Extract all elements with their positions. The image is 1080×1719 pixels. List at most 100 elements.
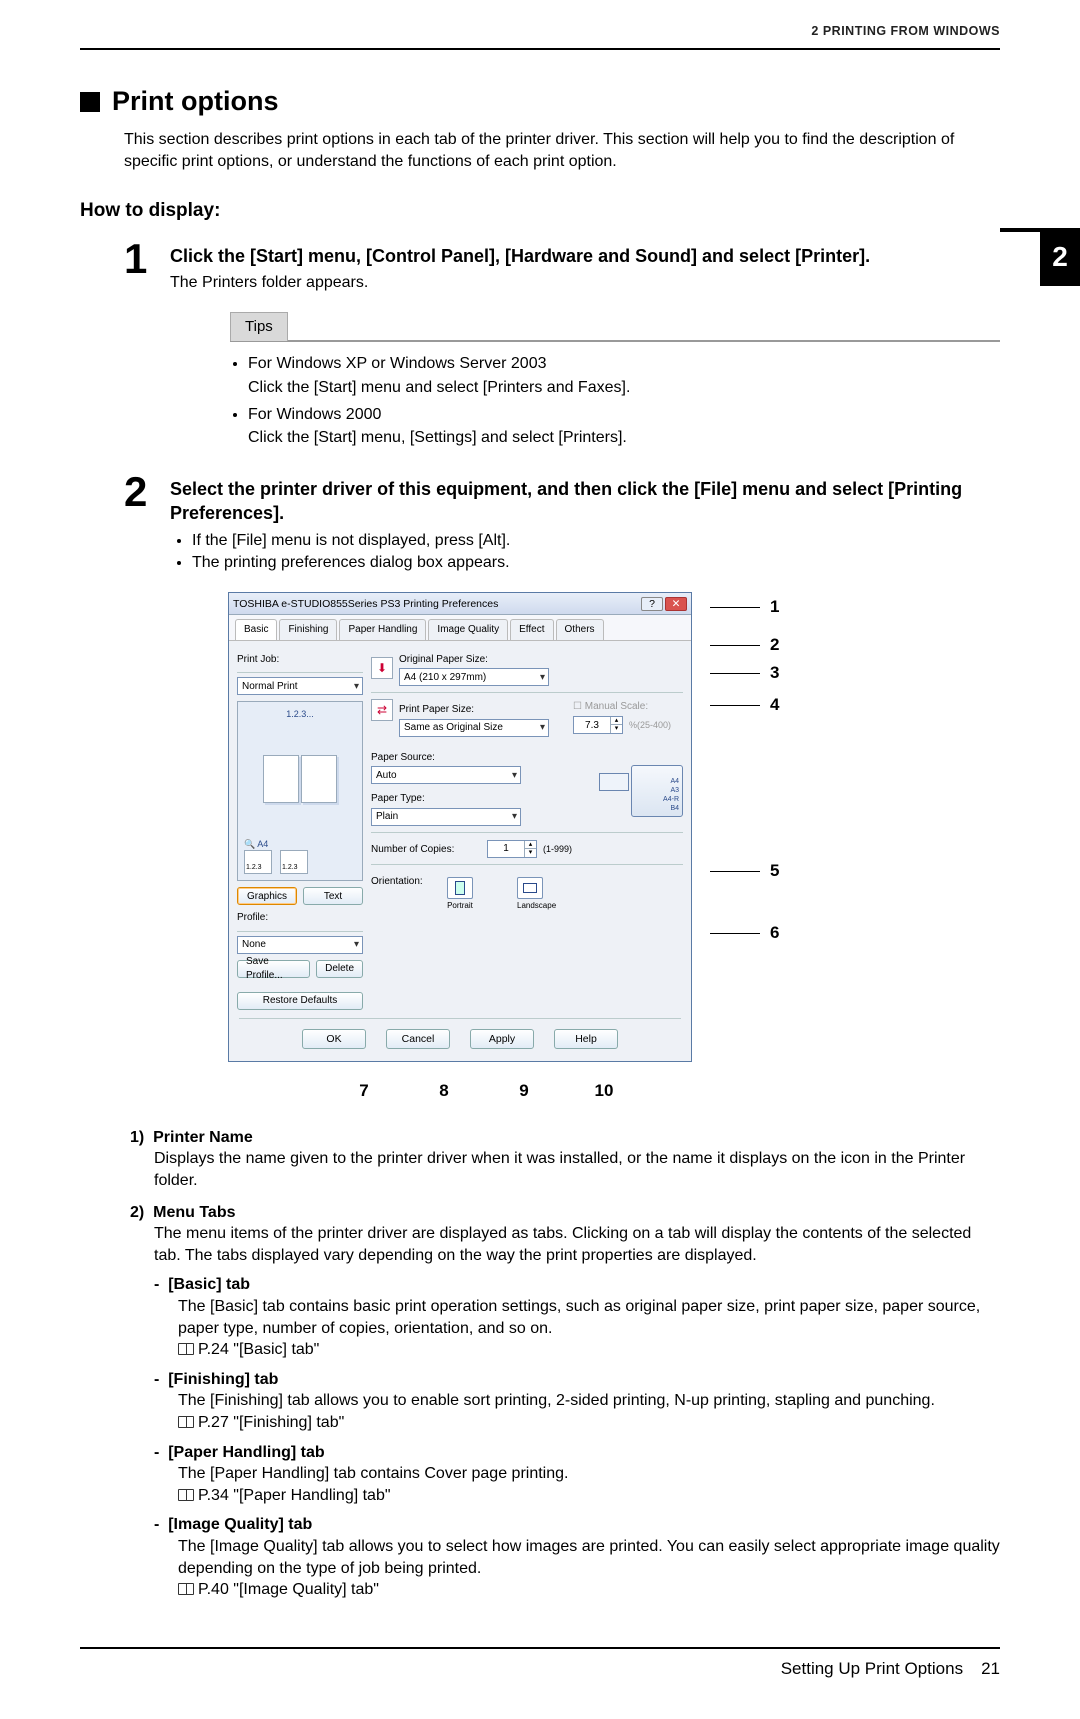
callout-6: 6 bbox=[770, 923, 779, 942]
callout-10: 10 bbox=[594, 1080, 614, 1103]
footer-page-number: 21 bbox=[981, 1659, 1000, 1679]
callout-4: 4 bbox=[770, 695, 779, 714]
step-2-title: Select the printer driver of this equipm… bbox=[170, 477, 1000, 526]
paper-down-arrow-icon: ⬇ bbox=[371, 657, 393, 679]
desc-paper-handling-tab-head: - [Paper Handling] tab bbox=[154, 1442, 1000, 1464]
original-paper-size-select[interactable]: A4 (210 x 297mm) bbox=[399, 668, 549, 686]
intro-paragraph: This section describes print options in … bbox=[124, 129, 1000, 172]
print-job-select[interactable]: Normal Print bbox=[237, 677, 363, 695]
tab-basic[interactable]: Basic bbox=[235, 619, 277, 640]
tab-others[interactable]: Others bbox=[556, 619, 604, 640]
tab-finishing[interactable]: Finishing bbox=[279, 619, 337, 640]
desc-printer-name: 1) Printer Name Displays the name given … bbox=[130, 1127, 1000, 1192]
heading-text: Print options bbox=[112, 86, 278, 117]
tip-w2k: For Windows 2000 Click the [Start] menu,… bbox=[248, 403, 1000, 449]
callout-9: 9 bbox=[514, 1080, 534, 1103]
profile-label: Profile: bbox=[237, 911, 363, 925]
heading-marker-icon bbox=[80, 92, 100, 112]
copies-label: Number of Copies: bbox=[371, 843, 481, 857]
callout-5: 5 bbox=[770, 861, 779, 880]
portrait-icon bbox=[455, 881, 465, 895]
paper-type-label: Paper Type: bbox=[371, 792, 587, 806]
paper-type-select[interactable]: Plain bbox=[371, 808, 521, 826]
tab-image-quality[interactable]: Image Quality bbox=[428, 619, 508, 640]
running-head: 2 PRINTING FROM WINDOWS bbox=[80, 24, 1000, 38]
original-paper-size-label: Original Paper Size: bbox=[399, 653, 683, 667]
cancel-button[interactable]: Cancel bbox=[386, 1029, 450, 1049]
step-number: 1 bbox=[124, 238, 152, 453]
desc-paper-handling-tab-body: The [Paper Handling] tab contains Cover … bbox=[178, 1463, 1000, 1485]
manual-scale-checkbox[interactable]: ☐ Manual Scale: bbox=[573, 701, 648, 712]
desc-finishing-tab-body: The [Finishing] tab allows you to enable… bbox=[178, 1390, 1000, 1412]
print-paper-size-label: Print Paper Size: bbox=[399, 703, 549, 717]
bottom-callout-row: 7 8 9 10 bbox=[282, 1080, 686, 1103]
desc-basic-tab-ref: P.24 "[Basic] tab" bbox=[178, 1339, 1000, 1361]
preview-mini-icon: 1.2.3 bbox=[280, 850, 308, 874]
page-footer: Setting Up Print Options 21 bbox=[80, 1647, 1000, 1679]
book-icon bbox=[178, 1489, 194, 1501]
profile-select[interactable]: None bbox=[237, 936, 363, 954]
orientation-label: Orientation: bbox=[371, 875, 441, 889]
book-icon bbox=[178, 1416, 194, 1428]
orientation-portrait-sublabel: Portrait bbox=[447, 901, 473, 912]
callout-8: 8 bbox=[434, 1080, 454, 1103]
chapter-tab: 2 bbox=[1040, 228, 1080, 286]
preview-sequence-label: 1.2.3... bbox=[286, 708, 314, 720]
restore-defaults-button[interactable]: Restore Defaults bbox=[237, 992, 363, 1010]
callout-2: 2 bbox=[770, 635, 779, 654]
text-toggle-button[interactable]: Text bbox=[303, 887, 363, 905]
copies-range: (1-999) bbox=[543, 843, 572, 855]
subsection-heading: How to display: bbox=[80, 200, 1000, 222]
save-profile-button[interactable]: Save Profile... bbox=[237, 960, 310, 978]
step-1-title: Click the [Start] menu, [Control Panel],… bbox=[170, 244, 1000, 268]
tab-paper-handling[interactable]: Paper Handling bbox=[339, 619, 426, 640]
dialog-titlebar: TOSHIBA e-STUDIO855Series PS3 Printing P… bbox=[229, 593, 691, 615]
book-icon bbox=[178, 1343, 194, 1355]
orientation-landscape-button[interactable] bbox=[517, 877, 543, 899]
titlebar-close-button[interactable]: ✕ bbox=[665, 597, 687, 611]
callout-1: 1 bbox=[770, 597, 779, 616]
help-button[interactable]: Help bbox=[554, 1029, 618, 1049]
tip-xp: For Windows XP or Windows Server 2003 Cl… bbox=[248, 352, 1000, 398]
desc-image-quality-tab-body: The [Image Quality] tab allows you to se… bbox=[178, 1536, 1000, 1579]
graphics-toggle-button[interactable]: Graphics bbox=[237, 887, 297, 905]
landscape-icon bbox=[523, 883, 537, 893]
tips-label: Tips bbox=[230, 312, 288, 341]
apply-button[interactable]: Apply bbox=[470, 1029, 534, 1049]
desc-finishing-tab-head: - [Finishing] tab bbox=[154, 1369, 1000, 1391]
manual-scale-spinner[interactable]: 7.3 ▴▾ bbox=[573, 716, 623, 734]
tips-box: Tips For Windows XP or Windows Server 20… bbox=[230, 312, 1000, 449]
desc-image-quality-tab-ref: P.40 "[Image Quality] tab" bbox=[178, 1579, 1000, 1601]
step-2-bullet-1: If the [File] menu is not displayed, pre… bbox=[192, 530, 1000, 552]
top-rule bbox=[80, 48, 1000, 50]
book-icon bbox=[178, 1583, 194, 1595]
desc-basic-tab-head: - [Basic] tab bbox=[154, 1274, 1000, 1296]
titlebar-help-button[interactable]: ? bbox=[641, 597, 663, 611]
preview-page-icon bbox=[263, 755, 299, 803]
orientation-portrait-button[interactable] bbox=[447, 877, 473, 899]
desc-finishing-tab-ref: P.27 "[Finishing] tab" bbox=[178, 1412, 1000, 1434]
paper-swap-icon: ⇄ bbox=[371, 699, 393, 721]
step-1-body: The Printers folder appears. bbox=[170, 272, 1000, 294]
preview-mini-icon: 1.2.3 bbox=[244, 850, 272, 874]
print-job-label: Print Job: bbox=[237, 653, 363, 667]
printer-illustration-icon: A4 A3 A4-R B4 bbox=[593, 747, 683, 817]
desc-image-quality-tab-head: - [Image Quality] tab bbox=[154, 1514, 1000, 1536]
paper-source-label: Paper Source: bbox=[371, 751, 587, 765]
paper-source-select[interactable]: Auto bbox=[371, 766, 521, 784]
preview-pane: 1.2.3... 🔍 A4 1.2.3 bbox=[237, 701, 363, 881]
preview-size-label: 🔍 A4 bbox=[244, 838, 356, 850]
tab-strip: Basic Finishing Paper Handling Image Qua… bbox=[229, 615, 691, 641]
printing-preferences-dialog: TOSHIBA e-STUDIO855Series PS3 Printing P… bbox=[228, 592, 692, 1062]
print-paper-size-select[interactable]: Same as Original Size bbox=[399, 719, 549, 737]
callout-7: 7 bbox=[354, 1080, 374, 1103]
callout-column: 1 2 3 4 5 6 bbox=[710, 592, 779, 940]
tab-effect[interactable]: Effect bbox=[510, 619, 553, 640]
step-2-bullet-2: The printing preferences dialog box appe… bbox=[192, 552, 1000, 574]
delete-profile-button[interactable]: Delete bbox=[316, 960, 363, 978]
footer-section: Setting Up Print Options bbox=[781, 1659, 963, 1679]
callout-3: 3 bbox=[770, 663, 779, 682]
section-heading: Print options bbox=[80, 86, 1000, 117]
copies-spinner[interactable]: 1 ▴▾ bbox=[487, 840, 537, 858]
ok-button[interactable]: OK bbox=[302, 1029, 366, 1049]
